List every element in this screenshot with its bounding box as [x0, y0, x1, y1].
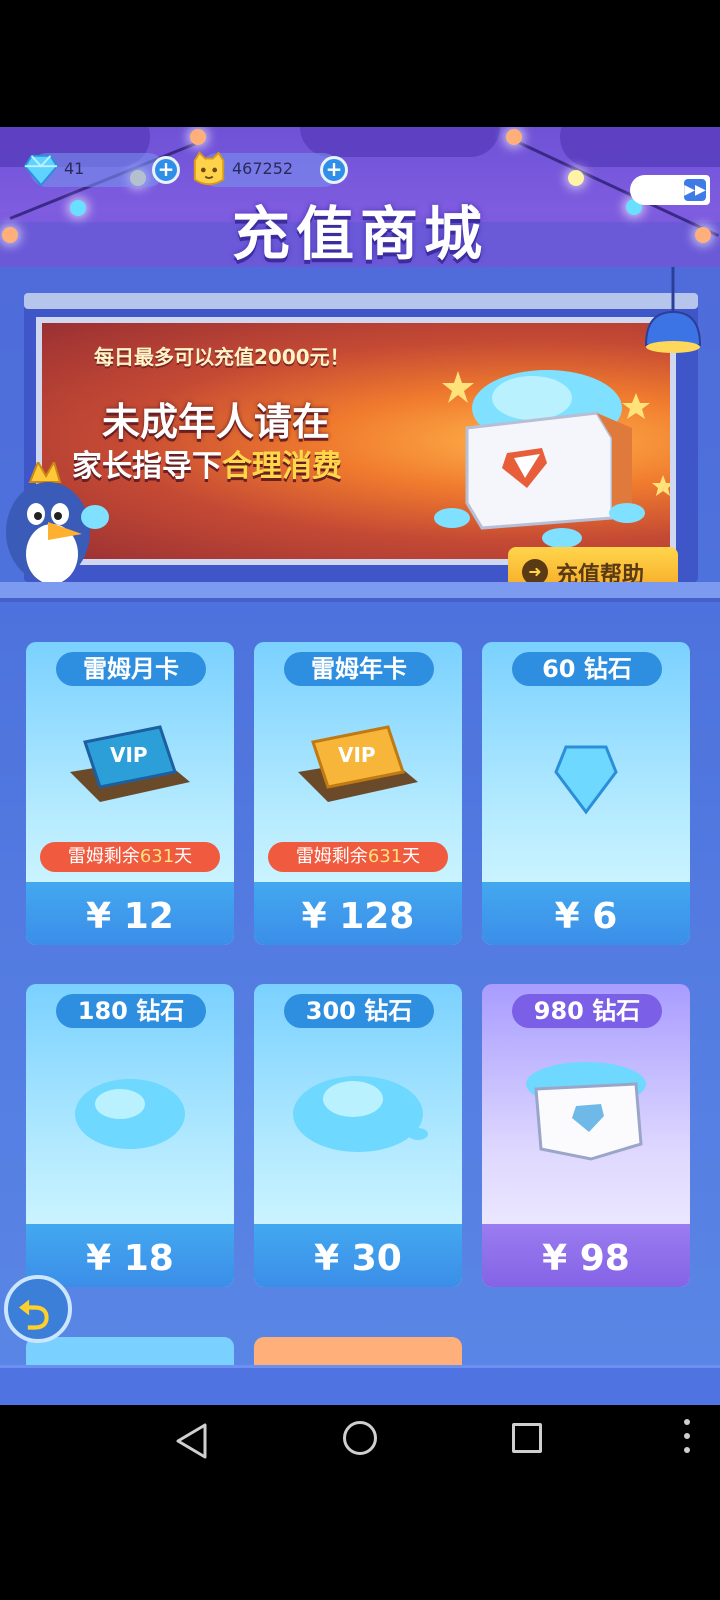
diamond-count: 41 [64, 159, 85, 178]
product-card-60-diamonds[interactable]: 60 钻石 ¥ 6 [482, 642, 690, 945]
shop-header: 41 + 467252 + ▶▶ 充值商城 [0, 127, 720, 267]
light-bulb [568, 170, 584, 186]
add-diamonds-button[interactable]: + [152, 156, 180, 184]
product-name: 60 钻石 [512, 652, 662, 686]
banner-shelf [0, 582, 720, 602]
product-name: 雷姆年卡 [284, 652, 434, 686]
product-price: ¥ 18 [86, 1238, 174, 1279]
product-card-300-diamonds[interactable]: 300 钻石 ¥ 30 [254, 984, 462, 1287]
product-price: ¥ 6 [554, 896, 618, 937]
remain-unit: 天 [402, 846, 421, 867]
system-nav-bar [0, 1405, 720, 1600]
product-price: ¥ 30 [314, 1238, 402, 1279]
remaining-days-badge: 雷姆剩余631天 [268, 842, 448, 872]
svg-text:VIP: VIP [110, 743, 148, 767]
diamond-box-icon [526, 1062, 646, 1161]
remain-label: 雷姆剩余 [295, 846, 368, 867]
product-card-yearly[interactable]: 雷姆年卡 VIP 雷姆剩余631天 ¥ 128 [254, 642, 462, 945]
light-bulb [506, 129, 522, 145]
diamond-icon [23, 154, 59, 187]
back-button[interactable]: ⮌ [4, 1275, 72, 1343]
notice-banner: 每日最多可以充值2000元！ 未成年人请在 家长指导下合理消费 [36, 317, 676, 565]
product-price: ¥ 12 [86, 896, 174, 937]
product-card-partial[interactable] [26, 1337, 234, 1367]
remain-label: 雷姆剩余 [67, 846, 140, 867]
monthly-card-icon: VIP [70, 725, 190, 802]
bottom-strip [0, 1365, 720, 1405]
product-card-monthly[interactable]: 雷姆月卡 VIP 雷姆剩余631天 ¥ 12 [26, 642, 234, 945]
nav-recent-apps-icon[interactable] [512, 1423, 542, 1453]
product-card-980-diamonds[interactable]: 980 钻石 ¥ 98 [482, 984, 690, 1287]
remain-number: 631 [139, 846, 175, 867]
penguin-mascot [6, 462, 109, 597]
page-title: 充值商城 [231, 200, 488, 267]
header-cloud [560, 127, 720, 167]
remaining-days-badge: 雷姆剩余631天 [40, 842, 220, 872]
banner-daily-limit: 每日最多可以充值2000元！ [94, 345, 350, 369]
game-screen: 41 + 467252 + ▶▶ 充值商城 每日最多可以充值2000元！ 未成年… [0, 127, 720, 1405]
product-name: 180 钻石 [56, 994, 206, 1028]
diamond-icon [554, 745, 618, 815]
product-name: 980 钻石 [512, 994, 662, 1028]
coin-count: 467252 [232, 159, 294, 178]
product-name: 300 钻石 [284, 994, 434, 1028]
back-arrow-icon: ⮌ [18, 1293, 51, 1339]
hanging-lamp [644, 267, 702, 353]
product-card-partial[interactable] [254, 1337, 462, 1367]
banner-rail [24, 293, 698, 309]
header-cloud [300, 127, 500, 157]
yearly-card-icon: VIP [298, 725, 418, 802]
banner-guidance-b: 合理消费 [222, 449, 342, 484]
remain-number: 631 [367, 846, 403, 867]
nav-back-icon[interactable] [175, 1423, 209, 1459]
nav-more-icon[interactable] [683, 1419, 691, 1459]
svg-text:VIP: VIP [338, 743, 376, 767]
product-price: ¥ 98 [542, 1238, 630, 1279]
add-coins-button[interactable]: + [320, 156, 348, 184]
diamond-pile-icon [293, 1076, 428, 1152]
remain-unit: 天 [174, 846, 193, 867]
cat-coin-icon [193, 151, 225, 186]
diamond-chest-illustration [434, 370, 670, 548]
banner-minor-warning: 未成年人请在 [102, 400, 331, 444]
light-bulb [190, 129, 206, 145]
product-card-180-diamonds[interactable]: 180 钻石 ¥ 18 [26, 984, 234, 1287]
product-name: 雷姆月卡 [56, 652, 206, 686]
nav-home-icon[interactable] [343, 1421, 377, 1455]
product-price: ¥ 128 [301, 896, 415, 937]
diamond-pile-icon [75, 1079, 185, 1149]
